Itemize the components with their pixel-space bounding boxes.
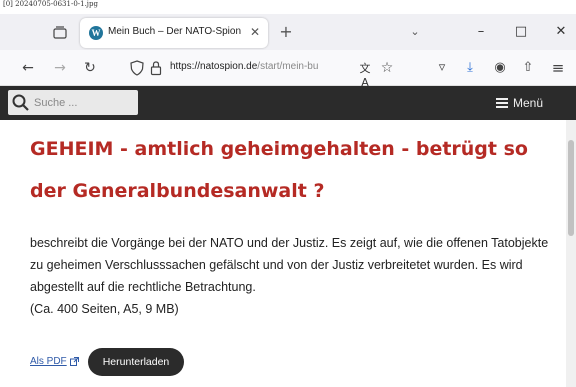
new-tab-button[interactable]: + [276,22,296,42]
pdf-link-label: Als PDF [30,356,67,367]
pdf-link[interactable]: Als PDF [30,356,79,367]
external-link-icon [69,357,79,366]
minimize-icon[interactable]: – [470,22,492,42]
page-scrollbar[interactable] [566,120,576,387]
hamburger-icon [496,98,508,108]
article-content: GEHEIM - amtlich geheimgehalten - betrüg… [0,120,566,387]
url-path: /start/mein-bu [257,61,319,72]
article-meta: (Ca. 400 Seiten, A5, 9 MB) [30,302,179,316]
tab-bar: W Mein Buch – Der NATO-Spion l… ✕ + ⌄ – … [0,14,576,50]
image-caption: [0] 20240705-0631-0-1.jpg [3,0,98,8]
downloads-icon[interactable]: ⤓ [460,58,480,78]
maximize-icon[interactable]: □ [510,22,532,42]
url-host: https://natospion.de [170,61,258,72]
site-menu-button[interactable]: Menü [496,94,560,112]
address-bar[interactable]: https://natospion.de/start/mein-bu 文A ☆ [120,56,410,89]
close-window-icon[interactable]: ✕ [550,22,572,42]
back-icon[interactable]: ← [18,58,38,78]
reload-icon[interactable]: ↻ [80,58,100,78]
lock-icon[interactable] [150,60,162,76]
tab-title: Mein Buch – Der NATO-Spion l… [108,26,244,37]
navigation-toolbar: ← → ↻ https://natospion.de/start/mein-bu… [0,50,576,89]
bookmark-star-icon[interactable]: ☆ [378,59,396,77]
wordpress-favicon-icon: W [89,26,103,40]
scrollbar-thumb[interactable] [568,140,574,236]
tabs-dropdown-icon[interactable]: ⌄ [406,23,424,41]
pocket-icon[interactable]: ▿ [432,58,452,78]
site-header: Menü [0,86,576,120]
url-text[interactable]: https://natospion.de/start/mein-bu [170,61,352,72]
share-icon[interactable]: ⇧ [518,58,538,78]
tab-list-button[interactable] [50,22,70,42]
translate-icon[interactable]: 文A [356,60,374,89]
site-menu-label: Menü [513,96,544,110]
article-headline: GEHEIM - amtlich geheimgehalten - betrüg… [30,138,528,202]
search-input[interactable] [34,94,134,111]
tab-active[interactable]: W Mein Buch – Der NATO-Spion l… ✕ [80,18,268,48]
account-icon[interactable]: ◉ [490,58,510,78]
tracking-protection-shield-icon[interactable] [130,60,144,76]
tab-list-icon [53,25,67,39]
search-icon[interactable] [11,93,31,113]
article-description: beschreibt die Vorgänge bei der NATO und… [30,236,549,294]
site-search-box[interactable] [8,90,138,115]
download-button[interactable]: Herunterladen [88,348,184,376]
tab-close-icon[interactable]: ✕ [247,24,263,40]
app-menu-icon[interactable]: ≡ [548,58,568,78]
forward-icon[interactable]: → [50,58,70,78]
